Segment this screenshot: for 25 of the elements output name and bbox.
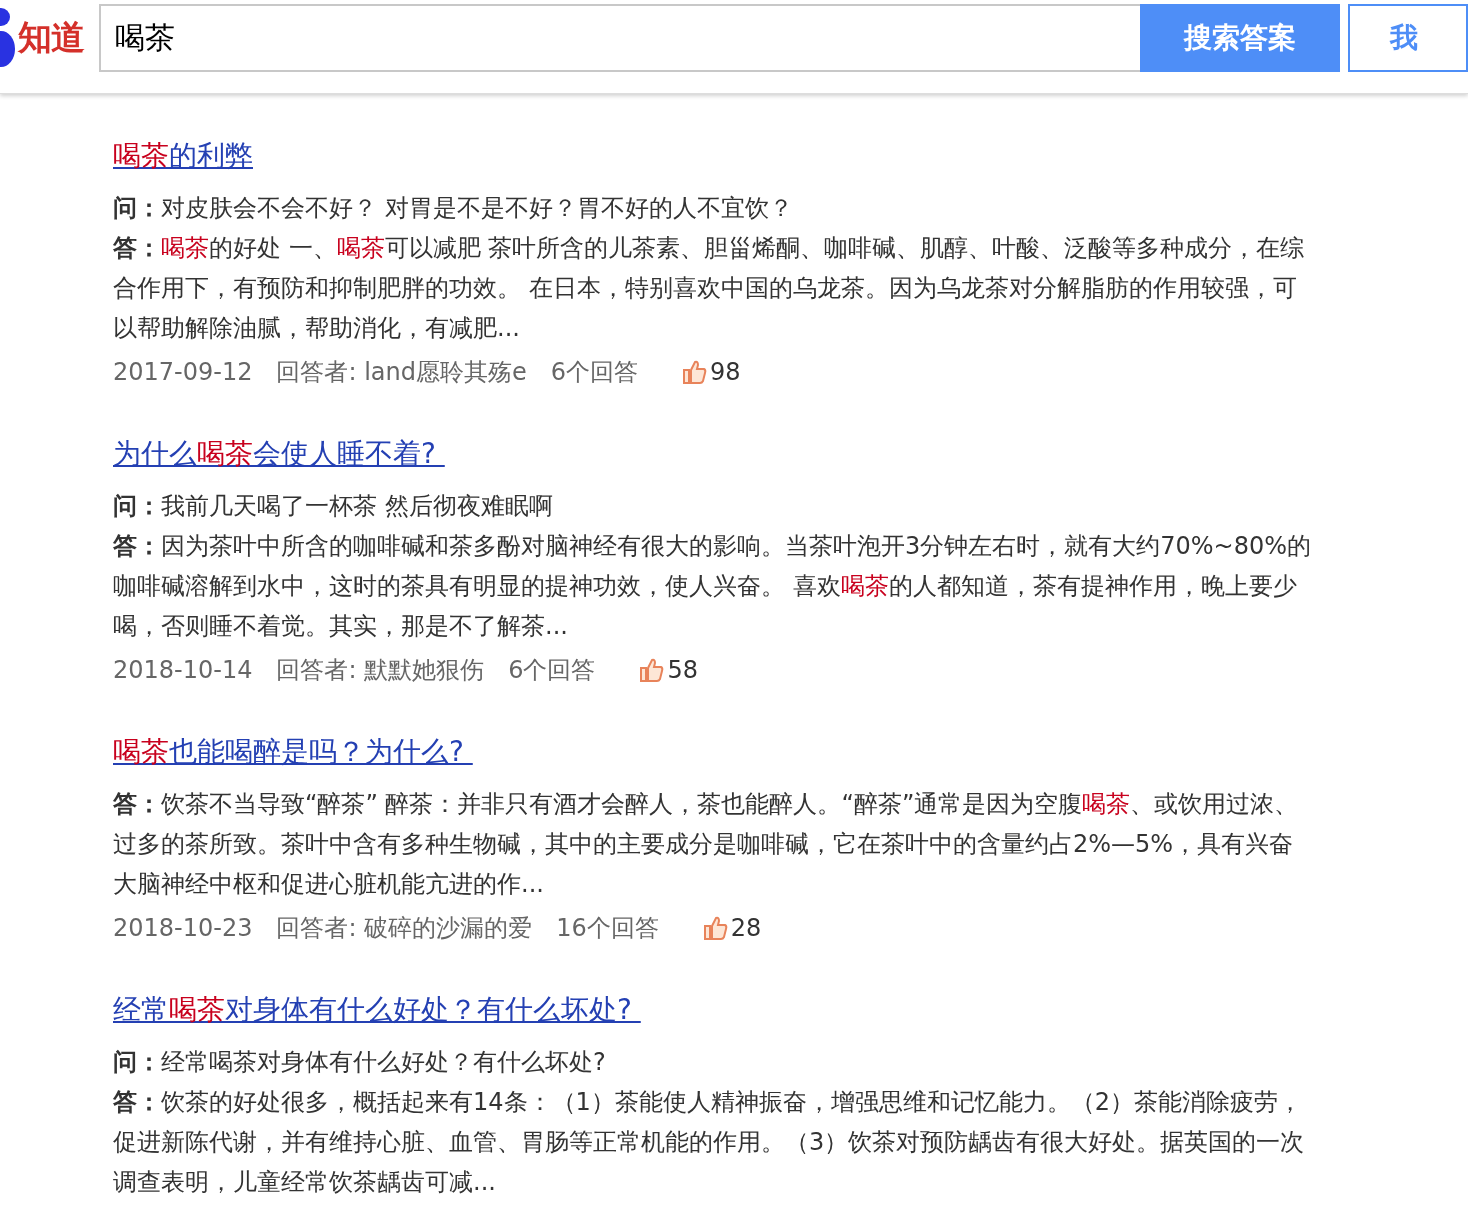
- answer-count: 6个回答: [550, 357, 639, 388]
- thumbs-up-icon[interactable]: [682, 359, 709, 385]
- answer-date: 2018-10-14: [113, 655, 253, 686]
- answerer-name: 回答者: 破碎的沙漏的爱: [276, 913, 533, 944]
- question-text: 问：经常喝茶对身体有什么好处？有什么坏处?: [113, 1047, 607, 1078]
- answer-text: 答：因为茶叶中所含的咖啡碱和茶多酚对脑神经有很大的影响。当茶叶泡开3分钟左右时，就有大约70%~80%的咖啡碱溶解到水中，这时的茶具有明显的提神功效，使人兴奋。 喜欢喝茶的人都知道，茶有提神作用，晚上要少喝，否则睡不着觉。其实，那是不了解茶...: [113, 531, 1313, 642]
- like-count: 98: [710, 357, 741, 388]
- search-field[interactable]: 喝茶: [99, 4, 1140, 72]
- answer-text: 答：饮茶的好处很多，概括起来有14条：（1）茶能使人精神振奋，增强思维和记忆能力。（2）茶能消除疲劳，促进新陈代谢，并有维持心脏、血管、胃肠等正常机能的作用。（3）饮茶对预防龋齿有很大好处。据英国的一次调查表明，儿童经常饮茶龋齿可减...: [113, 1087, 1306, 1198]
- answer-text: 答：饮茶不当导致“醉茶” 醉茶：并非只有酒才会醉人，茶也能醉人。“醉茶”通常是因为空腹喝茶、或饮用过浓、过多的茶所致。茶叶中含有多种生物碱，其中的主要成分是咖啡碱，它在茶叶中的含量约占2%—5%，具有兴奋大脑神经中枢和促进心脏机能亢进的作...: [113, 789, 1300, 900]
- answerer-name: 回答者: land愿聆其殇e: [276, 357, 527, 388]
- answerer-name: 回答者: 默默她狠伤: [276, 655, 485, 686]
- thumbs-up-icon[interactable]: [639, 657, 666, 683]
- question-text: 问：对皮肤会不会不好？ 对胃是不是不好？胃不好的人不宜饮？: [113, 193, 794, 224]
- like-count: 28: [730, 913, 762, 944]
- answer-date: 2018-10-23: [113, 913, 253, 944]
- logo-text[interactable]: 知道: [18, 15, 84, 61]
- answer-count: 16个回答: [556, 913, 659, 944]
- answer-text: 答：喝茶的好处 一、喝茶可以减肥 茶叶所含的儿茶素、胆甾烯酮、咖啡碱、肌醇、叶酸、泛酸等多种成分，在综合作用下，有预防和抑制肥胖的功效。 在日本，特别喜欢中国的乌龙茶。因为乌龙茶对分解脂肪的作用较强，可以帮助解除油腻，帮助消化，有减肥...: [113, 233, 1306, 344]
- like-count: 58: [667, 655, 699, 686]
- thumbs-up-icon[interactable]: [702, 915, 729, 941]
- answer-date: 2017-09-12: [113, 357, 253, 388]
- answer-count: 6个回答: [508, 655, 596, 686]
- result-title-link[interactable]: 喝茶的利弊: [113, 136, 253, 176]
- question-text: 问：我前几天喝了一杯茶 然后彻夜难眠啊: [113, 491, 554, 522]
